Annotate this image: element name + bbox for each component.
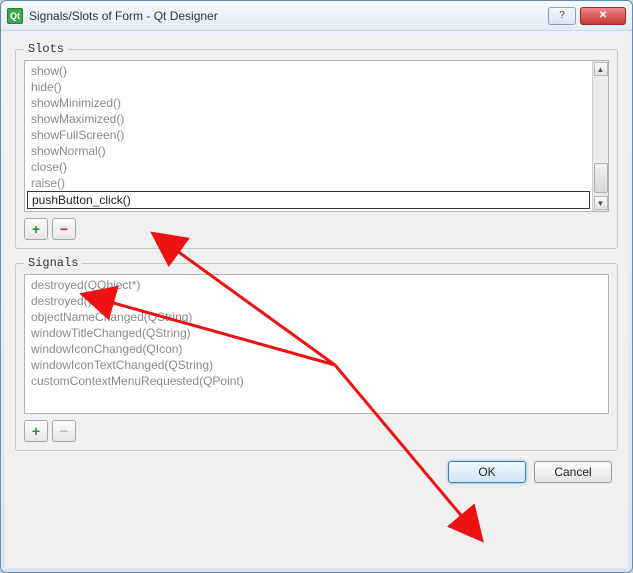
ok-button[interactable]: OK — [448, 461, 526, 483]
add-slot-button[interactable]: + — [24, 218, 48, 240]
plus-icon: + — [32, 221, 40, 237]
client-area: Slots show() hide() showMinimized() show… — [5, 35, 628, 568]
add-signal-button[interactable]: + — [24, 420, 48, 442]
list-item[interactable]: objectNameChanged(QString) — [27, 309, 608, 325]
remove-slot-button[interactable]: − — [52, 218, 76, 240]
titlebar[interactable]: Qt Signals/Slots of Form - Qt Designer ?… — [1, 1, 632, 31]
signals-buttons: + − — [24, 420, 609, 442]
slots-group: Slots show() hide() showMinimized() show… — [15, 49, 618, 249]
app-icon: Qt — [7, 8, 23, 24]
list-item[interactable]: windowTitleChanged(QString) — [27, 325, 608, 341]
signals-label: Signals — [24, 256, 82, 270]
slots-label: Slots — [24, 42, 68, 56]
list-item[interactable]: customContextMenuRequested(QPoint) — [27, 373, 608, 389]
slot-name-input[interactable] — [27, 191, 590, 209]
list-item[interactable]: showFullScreen() — [27, 127, 608, 143]
help-button[interactable]: ? — [548, 7, 576, 25]
window-title: Signals/Slots of Form - Qt Designer — [29, 9, 544, 23]
list-item[interactable]: show() — [27, 63, 608, 79]
minus-icon: − — [60, 221, 68, 237]
scroll-down-icon[interactable]: ▼ — [594, 196, 608, 210]
signals-group: Signals destroyed(QObject*) destroyed() … — [15, 263, 618, 451]
scroll-up-icon[interactable]: ▲ — [594, 62, 608, 76]
remove-signal-button[interactable]: − — [52, 420, 76, 442]
plus-icon: + — [32, 423, 40, 439]
slots-listbox[interactable]: show() hide() showMinimized() showMaximi… — [24, 60, 609, 212]
window-controls: ? ✕ — [544, 7, 626, 25]
list-item[interactable]: close() — [27, 159, 608, 175]
slot-edit-row — [27, 191, 590, 209]
list-item[interactable]: hide() — [27, 79, 608, 95]
slots-buttons: + − — [24, 218, 609, 240]
list-item[interactable]: destroyed(QObject*) — [27, 277, 608, 293]
slots-scrollbar[interactable]: ▲ ▼ — [592, 61, 608, 211]
dialog-window: Qt Signals/Slots of Form - Qt Designer ?… — [0, 0, 633, 573]
minus-icon: − — [60, 423, 68, 439]
list-item[interactable]: showMinimized() — [27, 95, 608, 111]
dialog-buttons: OK Cancel — [15, 451, 618, 485]
list-item[interactable]: showMaximized() — [27, 111, 608, 127]
signals-listbox[interactable]: destroyed(QObject*) destroyed() objectNa… — [24, 274, 609, 414]
list-item[interactable]: windowIconChanged(QIcon) — [27, 341, 608, 357]
list-item[interactable]: destroyed() — [27, 293, 608, 309]
close-button[interactable]: ✕ — [580, 7, 626, 25]
list-item[interactable]: showNormal() — [27, 143, 608, 159]
cancel-button[interactable]: Cancel — [534, 461, 612, 483]
list-item[interactable]: raise() — [27, 175, 608, 191]
scroll-thumb[interactable] — [594, 163, 608, 193]
list-item[interactable]: windowIconTextChanged(QString) — [27, 357, 608, 373]
